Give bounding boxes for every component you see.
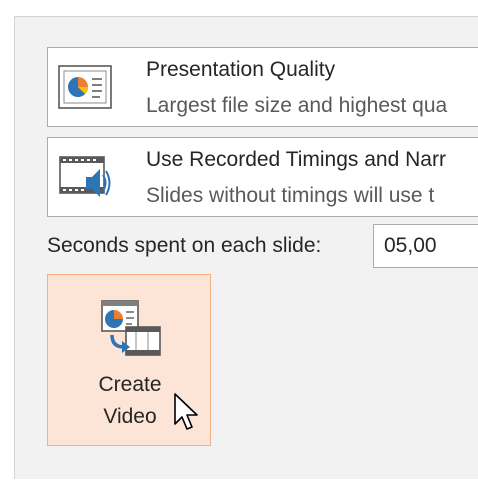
- mouse-cursor-icon: [174, 393, 198, 430]
- presentation-quality-description: Largest file size and highest qua: [146, 94, 448, 117]
- seconds-per-slide-label: Seconds spent on each slide:: [47, 234, 322, 257]
- presentation-quality-icon: [58, 65, 112, 109]
- create-video-icon: [101, 300, 161, 356]
- seconds-per-slide-input[interactable]: 05,00: [373, 224, 478, 268]
- recorded-timings-dropdown[interactable]: Use Recorded Timings and Narr Slides wit…: [47, 137, 478, 217]
- presentation-quality-dropdown[interactable]: Presentation Quality Largest file size a…: [47, 47, 478, 127]
- recorded-timings-description: Slides without timings will use t: [146, 184, 435, 207]
- presentation-quality-title: Presentation Quality: [146, 58, 336, 81]
- recorded-timings-title: Use Recorded Timings and Narr: [146, 148, 446, 171]
- recorded-timings-icon: [59, 156, 111, 197]
